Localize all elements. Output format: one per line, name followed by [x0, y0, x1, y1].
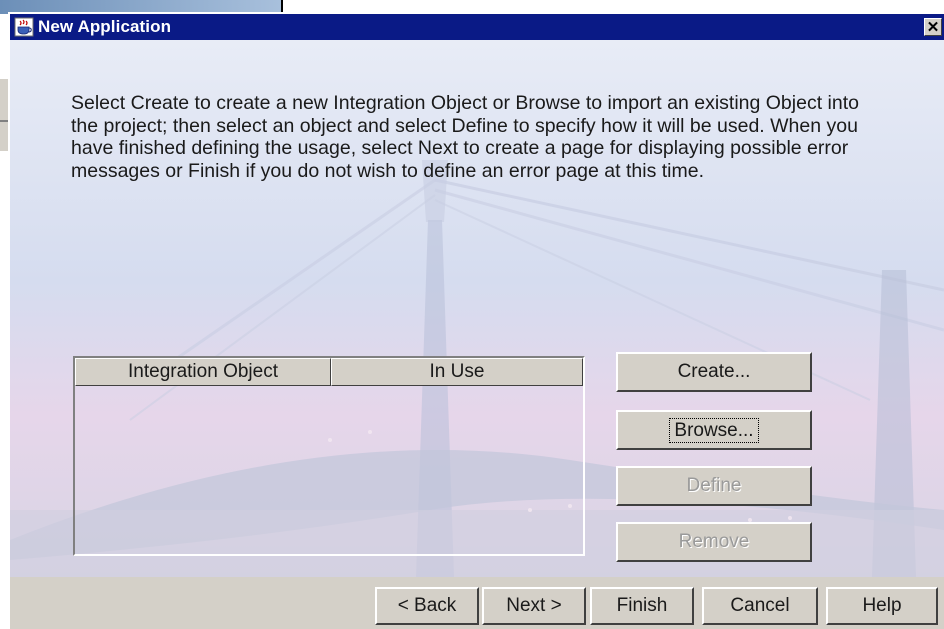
remove-button[interactable]: Remove	[616, 522, 812, 562]
create-button[interactable]: Create...	[616, 352, 812, 392]
column-header-in-use[interactable]: In Use	[331, 358, 583, 386]
back-button[interactable]: < Back	[375, 587, 479, 625]
close-button[interactable]: ✕	[924, 18, 942, 36]
table-header: Integration Object In Use	[75, 358, 583, 386]
browse-button[interactable]: Browse...	[616, 410, 812, 450]
wizard-button-bar: < Back Next > Finish Cancel Help	[10, 577, 944, 629]
cancel-button[interactable]: Cancel	[702, 587, 818, 625]
instructions-text: Select Create to create a new Integratio…	[71, 92, 859, 182]
close-icon: ✕	[926, 18, 940, 36]
browse-button-label: Browse...	[669, 417, 759, 443]
java-cup-icon	[14, 17, 34, 37]
new-application-dialog: New Application ✕ Select Create to creat…	[8, 12, 944, 629]
integration-object-table[interactable]: Integration Object In Use	[73, 356, 585, 556]
dialog-titlebar[interactable]: New Application ✕	[10, 14, 944, 40]
next-button[interactable]: Next >	[482, 587, 586, 625]
help-button[interactable]: Help	[826, 587, 938, 625]
dialog-content: Select Create to create a new Integratio…	[10, 40, 944, 577]
column-header-integration-object[interactable]: Integration Object	[75, 358, 331, 386]
finish-button[interactable]: Finish	[590, 587, 694, 625]
define-button[interactable]: Define	[616, 466, 812, 506]
dialog-title: New Application	[38, 17, 172, 36]
